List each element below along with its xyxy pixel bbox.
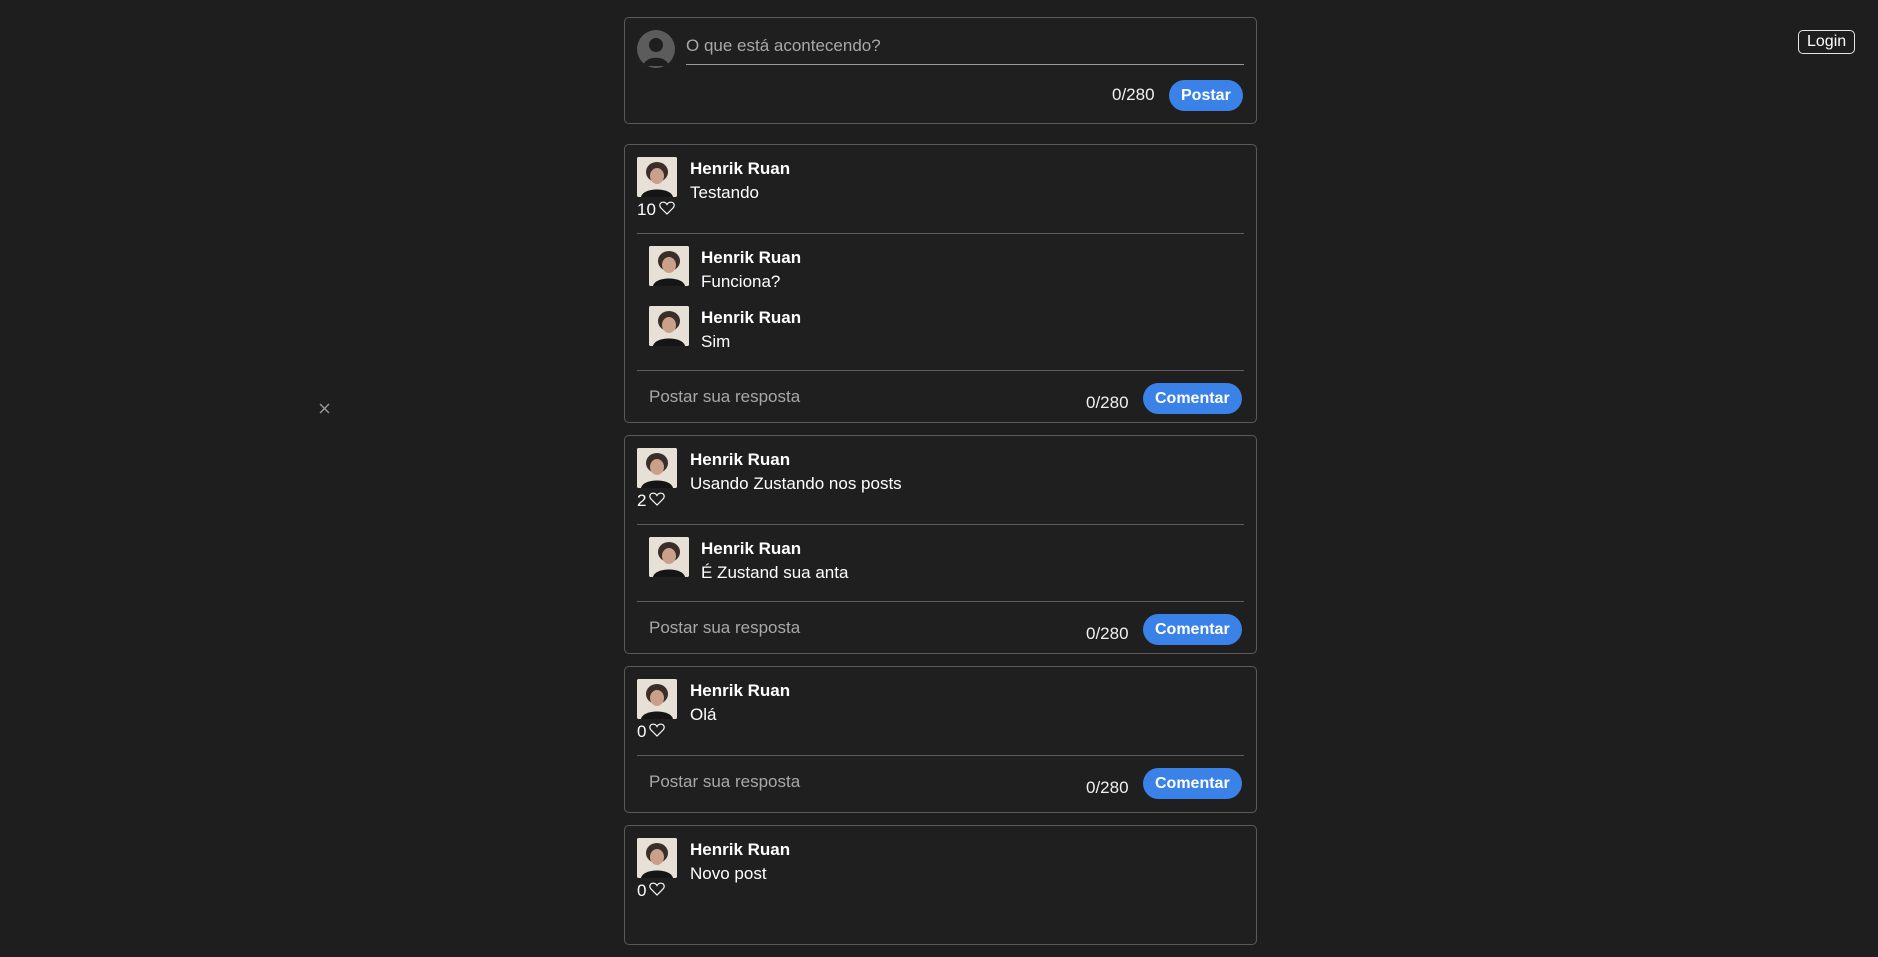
post-text: Testando [690, 183, 759, 202]
char-counter: 0/280 [1086, 393, 1129, 412]
post-button[interactable]: Postar [1169, 80, 1243, 111]
post-header: Henrik Ruan Usando Zustando nos posts 2 [625, 436, 1256, 524]
post-text: Olá [690, 705, 717, 724]
reply-form: 0/280 Comentar [625, 371, 1256, 427]
comment-button[interactable]: Comentar [1143, 768, 1242, 799]
feed-column: 0/280 Postar Henrik Ruan Testando 10 [624, 17, 1257, 957]
post-text: Novo post [690, 864, 767, 883]
avatar[interactable] [637, 448, 677, 488]
heart-icon[interactable] [649, 881, 666, 901]
like-count: 10 [637, 200, 656, 219]
comment-list: Henrik Ruan É Zustand sua anta [625, 525, 1256, 601]
post-author[interactable]: Henrik Ruan [690, 450, 790, 470]
like-count: 0 [637, 881, 647, 900]
comment-button[interactable]: Comentar [1143, 383, 1242, 414]
post-author[interactable]: Henrik Ruan [690, 681, 790, 701]
reply-form: 0/280 Comentar [625, 756, 1256, 812]
reply-input[interactable] [649, 768, 1069, 796]
comment-item: Henrik Ruan Sim [625, 306, 1256, 366]
reply-input[interactable] [649, 614, 1069, 642]
heart-icon[interactable] [649, 722, 666, 742]
comment-item: Henrik Ruan Funciona? [625, 246, 1256, 306]
composer-input[interactable] [686, 28, 1244, 65]
post-card: Henrik Ruan Olá 0 0/280 Comentar [624, 666, 1257, 813]
post-card: Henrik Ruan Usando Zustando nos posts 2 [624, 435, 1257, 654]
comment-author[interactable]: Henrik Ruan [701, 248, 801, 268]
post-card: Henrik Ruan Novo post 0 [624, 825, 1257, 945]
reply-input[interactable] [649, 383, 1069, 411]
avatar[interactable] [649, 246, 689, 286]
close-icon[interactable] [316, 400, 334, 418]
post-composer: 0/280 Postar [624, 17, 1257, 124]
post-author[interactable]: Henrik Ruan [690, 840, 790, 860]
avatar[interactable] [649, 537, 689, 577]
char-counter: 0/280 [1112, 85, 1155, 104]
comment-text: Sim [701, 332, 731, 351]
post-header: Henrik Ruan Testando 10 [625, 145, 1256, 233]
avatar[interactable] [637, 838, 677, 878]
comment-button[interactable]: Comentar [1143, 614, 1242, 645]
heart-icon[interactable] [659, 200, 675, 220]
login-button[interactable]: Login [1798, 30, 1856, 54]
avatar[interactable] [637, 679, 677, 719]
like-button[interactable]: 10 [637, 200, 675, 220]
post-header: Henrik Ruan Olá 0 [625, 667, 1256, 755]
avatar[interactable] [649, 306, 689, 346]
char-counter: 0/280 [1086, 778, 1129, 797]
post-card: Henrik Ruan Testando 10 Henrik Ruan Func… [624, 144, 1257, 423]
comment-author[interactable]: Henrik Ruan [701, 308, 801, 328]
comment-text: Funciona? [701, 272, 781, 291]
comment-list: Henrik Ruan Funciona? Henrik Ruan Sim [625, 234, 1256, 370]
like-button[interactable]: 2 [637, 491, 666, 511]
reply-form: 0/280 Comentar [625, 602, 1256, 658]
user-icon [637, 30, 675, 68]
comment-author[interactable]: Henrik Ruan [701, 539, 801, 559]
comment-item: Henrik Ruan É Zustand sua anta [625, 537, 1256, 597]
like-count: 2 [637, 491, 647, 510]
post-author[interactable]: Henrik Ruan [690, 159, 790, 179]
like-count: 0 [637, 722, 647, 741]
char-counter: 0/280 [1086, 624, 1129, 643]
comment-text: É Zustand sua anta [701, 563, 849, 582]
post-header: Henrik Ruan Novo post 0 [625, 826, 1256, 914]
like-button[interactable]: 0 [637, 881, 666, 901]
like-button[interactable]: 0 [637, 722, 666, 742]
heart-icon[interactable] [649, 491, 666, 511]
avatar[interactable] [637, 157, 677, 197]
post-text: Usando Zustando nos posts [690, 474, 902, 493]
